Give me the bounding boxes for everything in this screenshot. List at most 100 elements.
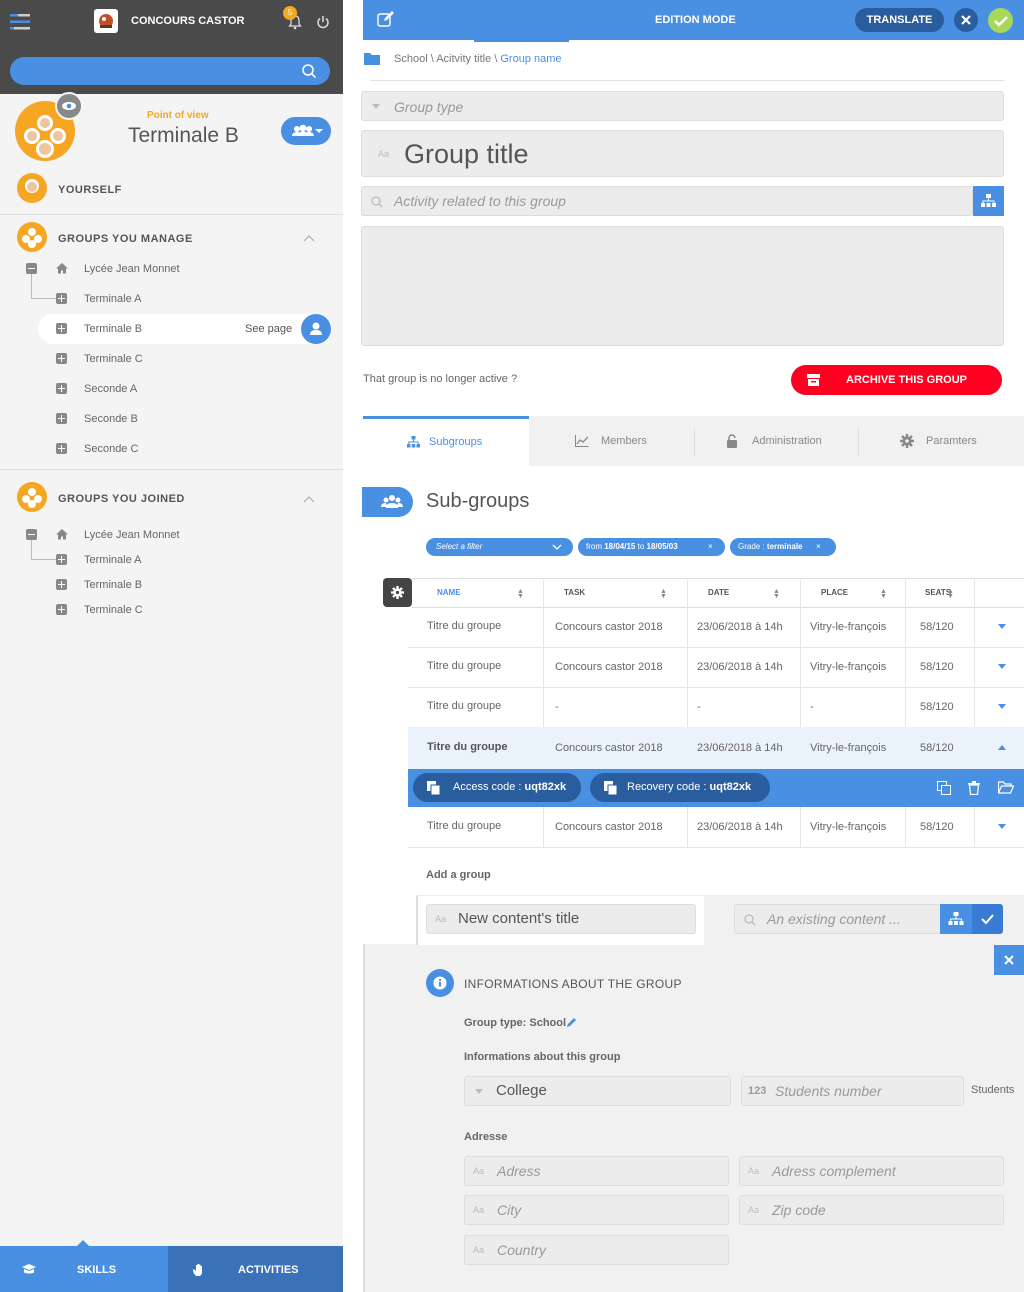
manage-item[interactable]: Seconde C xyxy=(84,443,138,455)
table-row[interactable]: Titre du groupe - - - 58/120 xyxy=(408,687,1024,727)
group-type-select[interactable]: Group type xyxy=(361,91,1004,121)
column-header-name[interactable]: NAME xyxy=(437,588,461,597)
group-title-input[interactable]: Aa Group title xyxy=(361,130,1004,177)
collapse-icon[interactable] xyxy=(26,529,37,540)
city-input[interactable]: Aa City xyxy=(464,1195,729,1225)
open-folder-icon[interactable] xyxy=(998,781,1014,794)
students-number-input[interactable]: 123 Students number xyxy=(741,1076,964,1106)
expand-icon[interactable] xyxy=(56,579,67,590)
pencil-icon[interactable] xyxy=(566,1017,577,1028)
breadcrumb-path[interactable]: School \ Acitvity title \ xyxy=(394,53,500,65)
expand-row-icon[interactable] xyxy=(998,824,1006,829)
castor-logo xyxy=(94,9,118,33)
tab-members[interactable]: Members xyxy=(530,416,695,466)
tab-skills[interactable]: SKILLS xyxy=(0,1246,168,1292)
archive-button[interactable]: ARCHIVE THIS GROUP xyxy=(791,365,1002,395)
joined-item-school[interactable]: Lycée Jean Monnet xyxy=(84,529,180,541)
remove-filter-icon[interactable]: × xyxy=(816,538,821,556)
tab-subgroups[interactable]: Subgroups xyxy=(363,416,529,468)
address-complement-input[interactable]: Aa Adress complement xyxy=(739,1156,1004,1186)
chevron-up-icon[interactable] xyxy=(303,234,315,242)
validate-button[interactable] xyxy=(988,8,1013,33)
expand-icon[interactable] xyxy=(56,554,67,565)
column-header-task[interactable]: TASK xyxy=(564,588,585,597)
filter-select[interactable]: Select a filter xyxy=(426,538,573,556)
cell-name: Titre du groupe xyxy=(427,820,502,832)
edit-icon[interactable] xyxy=(377,11,395,28)
expand-icon[interactable] xyxy=(56,604,67,615)
manage-item[interactable]: Terminale A xyxy=(84,293,141,305)
address-input[interactable]: Aa Adress xyxy=(464,1156,729,1186)
access-code-button[interactable]: Access code : uqt82xk xyxy=(413,773,581,802)
joined-item[interactable]: Terminale B xyxy=(84,579,142,591)
yourself-label[interactable]: YOURSELF xyxy=(58,184,122,196)
manage-item[interactable]: Seconde B xyxy=(84,413,138,425)
cell-place: - xyxy=(810,701,814,713)
country-input[interactable]: Aa Country xyxy=(464,1235,729,1265)
manage-item-selected[interactable]: Terminale B xyxy=(84,323,142,335)
eye-icon[interactable] xyxy=(55,92,83,120)
table-settings-button[interactable] xyxy=(383,578,412,607)
table-row[interactable]: Titre du groupe Concours castor 2018 23/… xyxy=(408,607,1024,647)
hierarchy-button[interactable] xyxy=(940,904,972,934)
manage-item[interactable]: Seconde A xyxy=(84,383,137,395)
remove-filter-icon[interactable]: × xyxy=(708,538,713,556)
expand-icon[interactable] xyxy=(56,323,67,334)
tab-activities-label: ACTIVITIES xyxy=(238,1264,299,1276)
filter-date-chip[interactable]: from 18/04/15 to 18/05/03 × xyxy=(578,538,725,556)
school-level-select[interactable]: College xyxy=(464,1076,731,1106)
sort-icon[interactable]: ▲ ▼ xyxy=(947,588,954,600)
close-button[interactable] xyxy=(954,8,978,32)
tab-activities[interactable]: ACTIVITIES xyxy=(168,1246,343,1292)
close-panel-button[interactable] xyxy=(994,945,1024,975)
column-header-date[interactable]: DATE xyxy=(708,588,729,597)
joined-item[interactable]: Terminale C xyxy=(84,604,143,616)
trash-icon[interactable] xyxy=(968,781,980,795)
description-textarea[interactable] xyxy=(361,226,1004,346)
sort-icon[interactable]: ▲ ▼ xyxy=(660,588,667,600)
table-row[interactable]: Titre du groupe Concours castor 2018 23/… xyxy=(408,647,1024,687)
expand-icon[interactable] xyxy=(56,293,67,304)
existing-content-search-input[interactable]: An existing content ... xyxy=(734,904,941,934)
chevron-up-icon[interactable] xyxy=(303,495,315,503)
power-icon[interactable] xyxy=(316,15,330,29)
search-icon[interactable] xyxy=(301,63,317,79)
collapse-icon[interactable] xyxy=(26,263,37,274)
zip-code-input[interactable]: Aa Zip code xyxy=(739,1195,1004,1225)
sidebar-search-input[interactable] xyxy=(10,57,330,85)
expand-icon[interactable] xyxy=(56,383,67,394)
expand-icon[interactable] xyxy=(56,443,67,454)
new-content-title-input[interactable]: Aa New content's title xyxy=(426,904,696,934)
sort-icon[interactable]: ▲ ▼ xyxy=(880,588,887,600)
duplicate-icon[interactable] xyxy=(937,781,952,795)
sort-icon[interactable]: ▲ ▼ xyxy=(773,588,780,600)
confirm-add-button[interactable] xyxy=(972,904,1003,934)
filter-grade-chip[interactable]: Grade : terminale × xyxy=(730,538,836,556)
column-header-place[interactable]: PLACE xyxy=(821,588,848,597)
pov-value: Terminale B xyxy=(128,124,239,147)
hierarchy-button[interactable] xyxy=(973,186,1004,216)
expand-icon[interactable] xyxy=(56,353,67,364)
recovery-code-button[interactable]: Recovery code : uqt82xk xyxy=(590,773,770,802)
sort-icon[interactable]: ▲ ▼ xyxy=(517,588,524,600)
translate-button[interactable]: TRANSLATE xyxy=(855,8,944,32)
table-row[interactable]: Titre du groupe Concours castor 2018 23/… xyxy=(408,807,1024,847)
tab-parameters[interactable]: Paramters xyxy=(859,416,1024,466)
cell-seats: 58/120 xyxy=(920,701,954,713)
hamburger-menu-icon[interactable] xyxy=(10,12,32,32)
expand-icon[interactable] xyxy=(56,413,67,424)
user-icon[interactable] xyxy=(301,314,331,344)
expand-row-icon[interactable] xyxy=(998,664,1006,669)
tab-administration[interactable]: Administration xyxy=(695,416,858,466)
search-icon xyxy=(744,914,756,926)
expand-row-icon[interactable] xyxy=(998,704,1006,709)
table-row-expanded[interactable]: Titre du groupe Concours castor 2018 23/… xyxy=(408,727,1024,769)
joined-item[interactable]: Terminale A xyxy=(84,554,141,566)
collapse-row-icon[interactable] xyxy=(998,745,1006,750)
see-page-link[interactable]: See page xyxy=(245,323,292,335)
activity-search-input[interactable]: Activity related to this group xyxy=(361,186,973,216)
group-switch-button[interactable] xyxy=(281,117,331,145)
manage-item-school[interactable]: Lycée Jean Monnet xyxy=(84,263,180,275)
manage-item[interactable]: Terminale C xyxy=(84,353,143,365)
expand-row-icon[interactable] xyxy=(998,624,1006,629)
